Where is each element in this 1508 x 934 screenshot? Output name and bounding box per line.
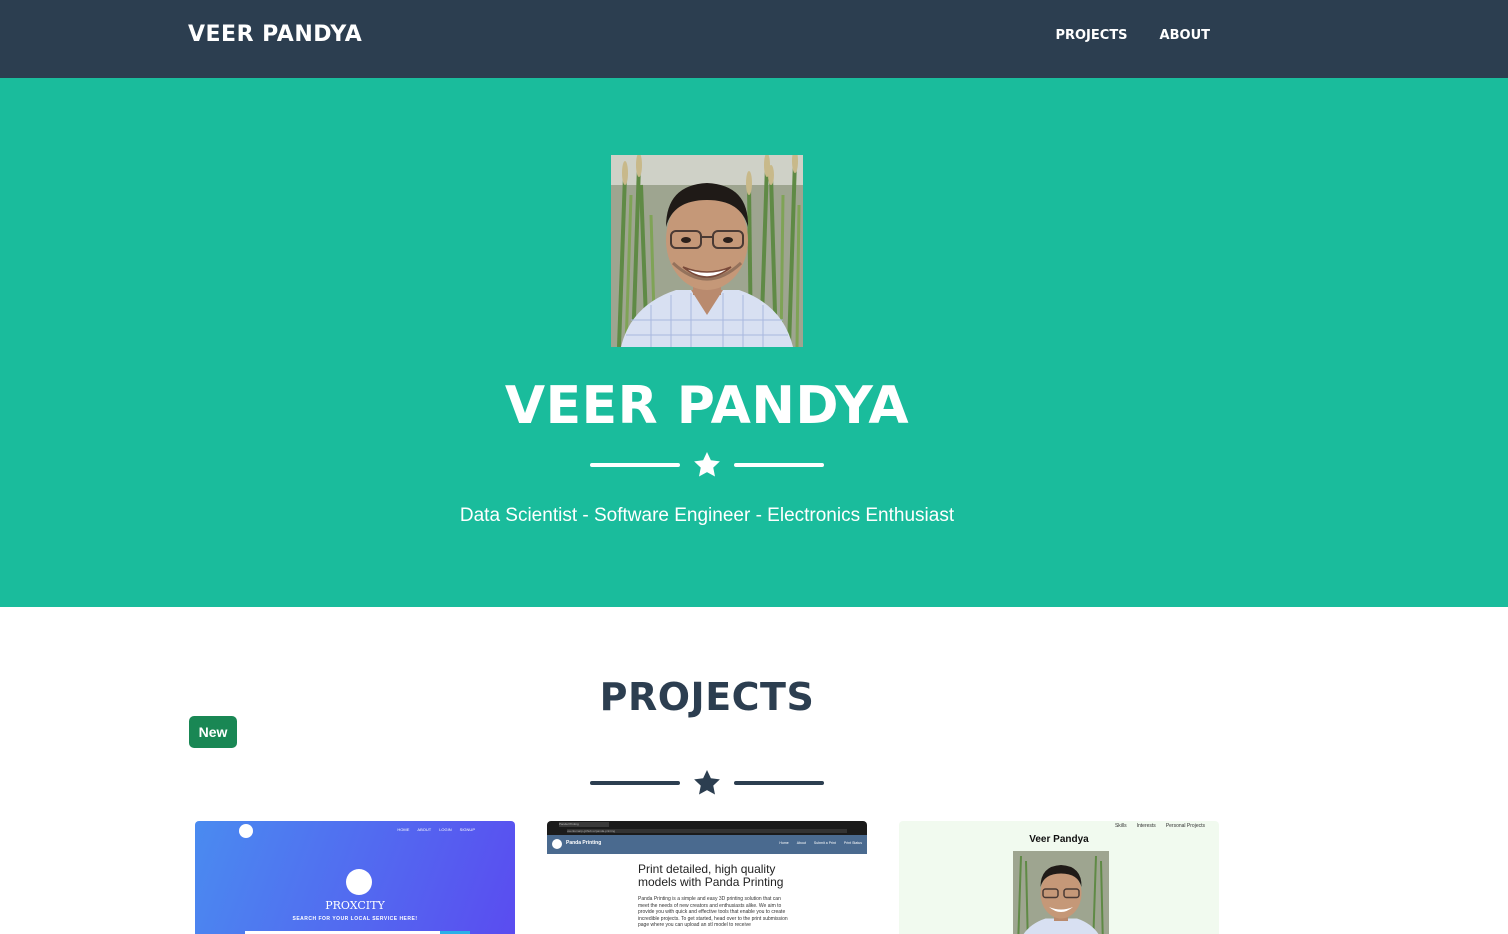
- brand-link[interactable]: VEER PANDYA: [188, 22, 362, 47]
- panda-brand: Panda Printing: [566, 840, 602, 846]
- project-card-proxcity[interactable]: HOME ABOUT LOGIN SIGNUP PROXCITY SEARCH …: [195, 821, 515, 934]
- proxcity-tagline: SEARCH FOR YOUR LOCAL SERVICE HERE!: [292, 916, 418, 922]
- personal-site-nav-item: Interests: [1136, 823, 1156, 829]
- proxcity-logo-icon: [239, 824, 253, 838]
- proxcity-name: PROXCITY: [325, 899, 385, 912]
- personal-site-nav: Skills Interests Personal Projects: [1115, 823, 1205, 829]
- divider-line: [590, 463, 680, 467]
- browser-chrome: Panda Printing veerkumarp.github.io/pand…: [547, 821, 867, 835]
- hero-title: VEER PANDYA: [504, 376, 910, 436]
- panda-body: Panda Printing is a simple and easy 3D p…: [638, 896, 788, 928]
- proxcity-nav-item: LOGIN: [439, 827, 452, 832]
- new-badge: New: [189, 716, 237, 748]
- nav-link-about[interactable]: ABOUT: [1160, 28, 1210, 43]
- divider-line: [734, 781, 824, 785]
- proxcity-nav: HOME ABOUT LOGIN SIGNUP: [397, 827, 475, 832]
- project-card-panda-printing[interactable]: Panda Printing veerkumarp.github.io/pand…: [547, 821, 867, 934]
- panda-nav: Home About Submit a Print Print Status: [779, 841, 862, 845]
- personal-site-nav-item: Personal Projects: [1165, 823, 1205, 829]
- proxcity-nav-item: SIGNUP: [459, 827, 475, 832]
- panda-headline: Print detailed, high quality models with…: [638, 862, 784, 889]
- browser-tab: Panda Printing: [559, 822, 609, 827]
- personal-site-name: Veer Pandya: [1029, 834, 1089, 845]
- projects-title: PROJECTS: [599, 675, 815, 719]
- nav-link-projects[interactable]: PROJECTS: [1055, 28, 1127, 43]
- hero-divider: [590, 450, 824, 480]
- personal-site-nav-item: Skills: [1114, 823, 1127, 829]
- avatar: [611, 155, 803, 347]
- project-card-personal-site[interactable]: Skills Interests Personal Projects Veer …: [899, 821, 1219, 934]
- divider-line: [734, 463, 824, 467]
- nav-links: PROJECTS ABOUT: [1055, 28, 1210, 43]
- star-icon: [694, 770, 720, 795]
- panda-nav-item: About: [796, 841, 806, 845]
- navbar: VEER PANDYA PROJECTS ABOUT: [0, 0, 1508, 78]
- divider-line: [590, 781, 680, 785]
- panda-nav-item: Print Status: [843, 841, 862, 845]
- panda-header: Panda Printing Home About Submit a Print…: [547, 835, 867, 854]
- masthead: VEER PANDYA Data Scientist - Software En…: [0, 78, 1508, 607]
- proxcity-nav-item: HOME: [397, 827, 410, 832]
- proxcity-nav-item: ABOUT: [417, 827, 432, 832]
- browser-url-bar: veerkumarp.github.io/panda-printing: [567, 829, 847, 833]
- hero-subtitle: Data Scientist - Software Engineer - Ele…: [459, 505, 955, 526]
- proxcity-center-logo-icon: [346, 869, 372, 895]
- star-icon: [694, 452, 720, 477]
- panda-nav-item: Home: [779, 841, 789, 845]
- panda-nav-item: Submit a Print: [813, 841, 836, 845]
- panda-logo-icon: [552, 839, 562, 849]
- personal-site-photo: [1013, 851, 1109, 934]
- projects-divider: [590, 768, 824, 798]
